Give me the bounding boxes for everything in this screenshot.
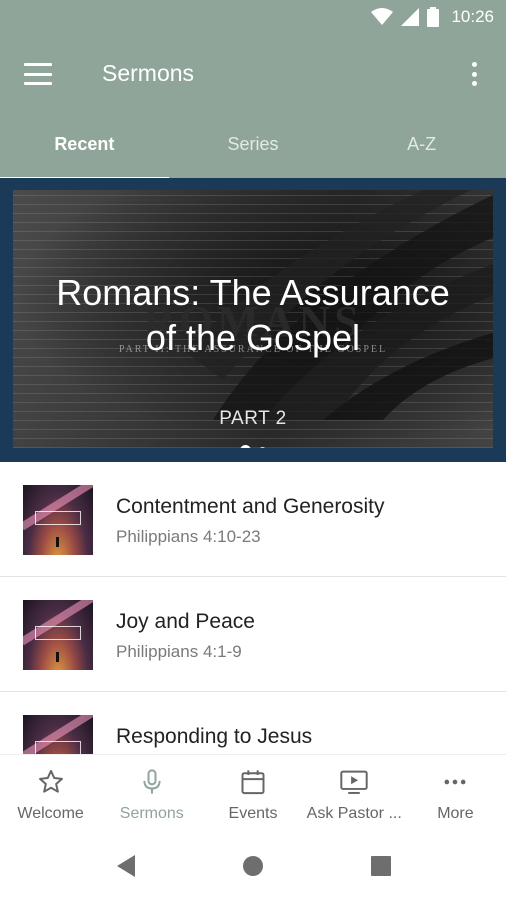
status-time: 10:26: [451, 7, 494, 26]
back-icon[interactable]: [115, 854, 137, 878]
nav-label: Sermons: [119, 805, 184, 822]
calendar-icon: [238, 767, 268, 797]
sermon-scripture: Philippians 4:10-23: [116, 527, 261, 546]
sermon-thumbnail: [23, 485, 93, 555]
microphone-icon: [137, 767, 167, 797]
nav-events[interactable]: Events: [202, 755, 303, 836]
wifi-icon: [371, 8, 394, 25]
more-vert-icon[interactable]: [462, 58, 486, 90]
list-item[interactable]: Responding to Jesus: [0, 692, 506, 754]
list-item[interactable]: Contentment and Generosity Philippians 4…: [0, 462, 506, 577]
nav-welcome[interactable]: Welcome: [0, 755, 101, 836]
nav-sermons[interactable]: Sermons: [101, 755, 202, 836]
pager-dot-active[interactable]: [240, 445, 251, 448]
status-icons: 10:26: [371, 7, 494, 27]
tab-series[interactable]: Series: [169, 112, 338, 178]
system-navigation-bar: [0, 836, 506, 900]
page-title: Sermons: [102, 60, 195, 86]
hamburger-menu-icon[interactable]: [22, 60, 54, 88]
pager-dot[interactable]: [259, 447, 266, 448]
signal-icon: [401, 8, 420, 26]
tab-a-z[interactable]: A-Z: [337, 112, 506, 178]
sermon-title: Responding to Jesus: [116, 725, 313, 748]
nav-label: Events: [228, 805, 278, 822]
tab-recent[interactable]: Recent: [0, 112, 169, 180]
series-title: Romans: The Assurance of the Gospel: [56, 272, 450, 358]
nav-more[interactable]: More: [405, 755, 506, 836]
status-bar: 10:26: [0, 0, 506, 36]
tv-play-icon: [339, 767, 369, 797]
featured-series-banner[interactable]: ROMANS PART II: THE ASSURANCE OF THE GOS…: [0, 178, 506, 462]
nav-label: More: [437, 805, 474, 822]
series-artwork: ROMANS PART II: THE ASSURANCE OF THE GOS…: [13, 190, 493, 448]
nav-label: Welcome: [17, 805, 84, 822]
series-part: PART 2: [219, 408, 287, 429]
nav-label: Ask Pastor ...: [306, 805, 402, 822]
nav-ask-pastor[interactable]: Ask Pastor ...: [304, 755, 405, 836]
battery-icon: [427, 7, 440, 27]
sermon-thumbnail: [23, 600, 93, 670]
recents-icon[interactable]: [370, 854, 392, 878]
pager-dots: [13, 445, 493, 448]
home-icon[interactable]: [242, 854, 264, 878]
sermon-title: Contentment and Generosity: [116, 495, 385, 518]
sermon-thumbnail: [23, 715, 93, 754]
sermon-list: Contentment and Generosity Philippians 4…: [0, 462, 506, 754]
app-bar: Sermons: [0, 36, 506, 112]
more-horiz-icon: [440, 767, 470, 797]
sermon-scripture: Philippians 4:1-9: [116, 642, 242, 661]
star-icon: [36, 767, 66, 797]
bottom-navigation: Welcome Sermons Events Ask Pastor ... Mo…: [0, 754, 506, 836]
sermon-title: Joy and Peace: [116, 610, 255, 633]
list-item[interactable]: Joy and Peace Philippians 4:1-9: [0, 577, 506, 692]
tab-bar: Recent Series A-Z: [0, 112, 506, 180]
